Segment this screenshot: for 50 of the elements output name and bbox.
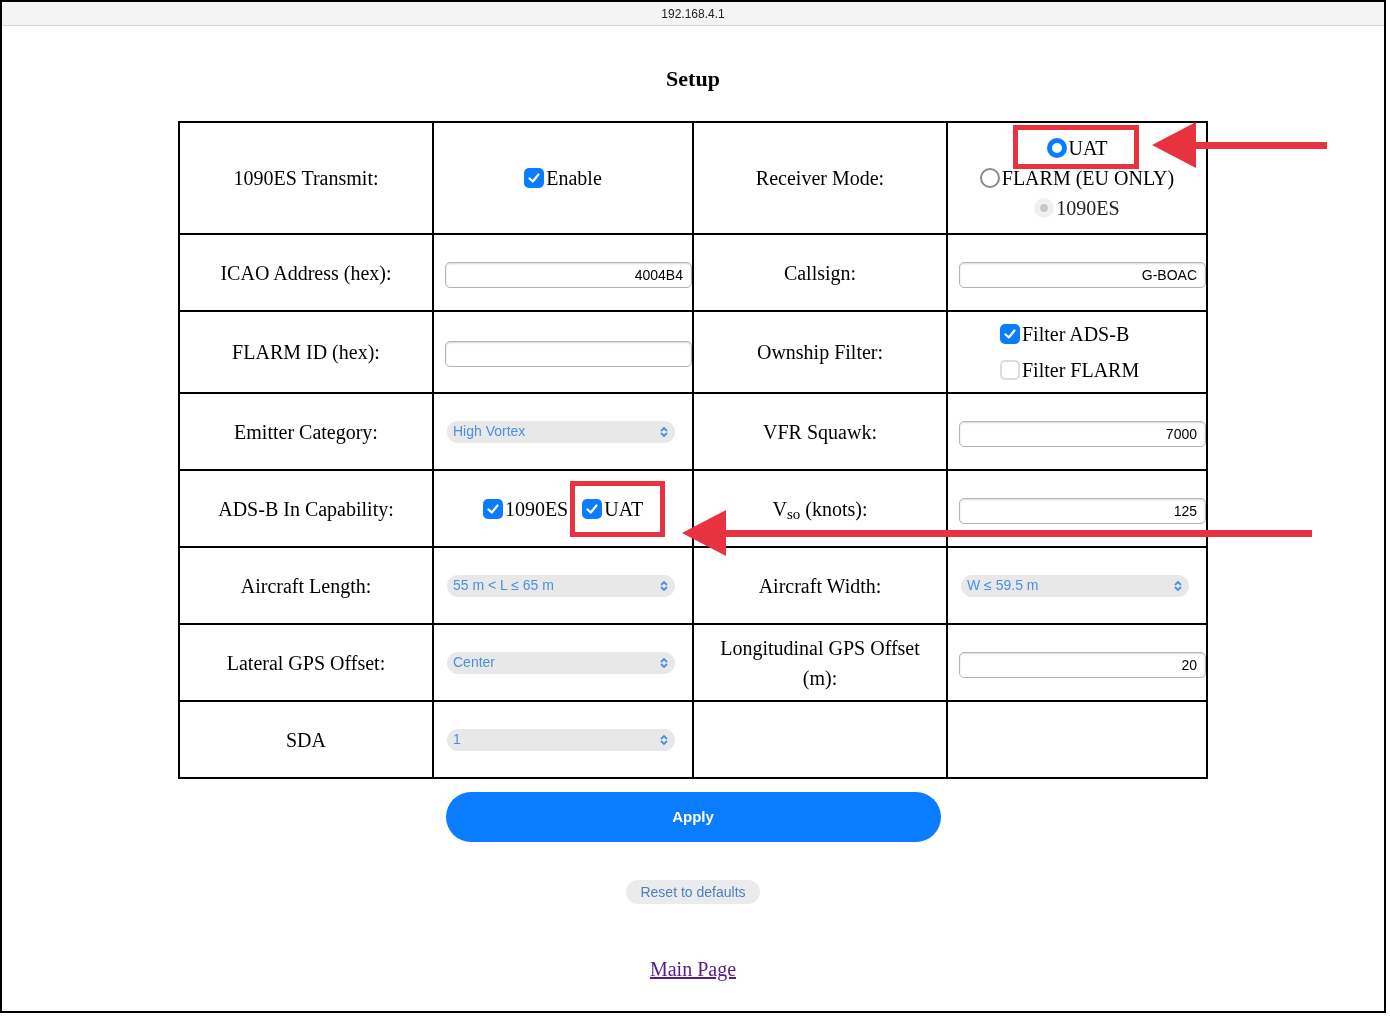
checkbox[interactable] <box>1000 360 1020 380</box>
checkbox[interactable] <box>524 168 545 188</box>
main-page-link[interactable]: Main Page <box>649 954 737 984</box>
checkbox-label: Filter FLARM <box>1022 358 1140 383</box>
checkmark-icon <box>1003 327 1017 341</box>
address-bar[interactable]: 192.168.4.1 <box>2 2 1384 26</box>
reset-button[interactable]: Reset to defaults <box>626 880 760 904</box>
chevron-updown-icon <box>659 656 669 669</box>
checkbox-label: Enable <box>546 166 602 191</box>
checkmark-icon <box>485 501 500 516</box>
text-field[interactable]: 7000 <box>959 420 1206 447</box>
field-label: V$_{so}$ (knots): <box>772 497 868 520</box>
field-label: Lateral GPS Offset: <box>226 651 386 674</box>
text-field[interactable]: 4004B4 <box>445 261 692 288</box>
checkbox-label: UAT <box>604 496 644 522</box>
checkmark-icon <box>527 171 542 185</box>
chevron-updown-icon <box>1173 579 1183 592</box>
field-label: 1090ES Transmit: <box>233 167 379 189</box>
chevron-updown-icon <box>659 579 669 592</box>
checkbox-label: 1090ES <box>504 496 569 522</box>
field-label: Callsign: <box>783 261 857 284</box>
text-field[interactable]: 20 <box>959 651 1206 678</box>
checkmark-icon <box>585 501 600 516</box>
radio-button[interactable] <box>1046 138 1067 158</box>
field-label: Aircraft Width: <box>758 574 882 597</box>
field-label: Receiver Mode: <box>755 167 885 189</box>
text-field[interactable]: 125 <box>959 497 1206 524</box>
checkbox-label: Filter ADS-B <box>1022 322 1130 347</box>
page-title: Setup <box>666 65 720 93</box>
checkbox[interactable] <box>582 498 603 519</box>
radio-label: 1090ES <box>1056 196 1120 221</box>
field-label: ICAO Address (hex): <box>220 261 392 284</box>
field-label: ADS-B In Capability: <box>218 497 394 520</box>
field-label: Ownship Filter: <box>756 341 884 363</box>
checkbox[interactable] <box>1000 324 1020 344</box>
text-field[interactable]: G-BOAC <box>959 261 1206 288</box>
radio-button[interactable] <box>979 168 1000 188</box>
text-field[interactable] <box>445 341 692 367</box>
field-label: FLARM ID (hex): <box>232 341 380 363</box>
checkbox[interactable] <box>482 498 503 519</box>
chevron-updown-icon <box>659 425 669 438</box>
radio-label: UAT <box>1068 136 1108 161</box>
field-label: Emitter Category: <box>234 420 378 443</box>
field-label: SDA <box>286 728 326 751</box>
radio-label: FLARM (EU ONLY) <box>1001 166 1175 191</box>
field-label: Aircraft Length: <box>240 574 372 597</box>
field-label: VFR Squawk: <box>763 420 877 443</box>
apply-button[interactable]: Apply <box>445 792 941 842</box>
chevron-updown-icon <box>659 733 669 746</box>
field-label: Longitudinal GPS Offset (m): <box>720 636 920 689</box>
